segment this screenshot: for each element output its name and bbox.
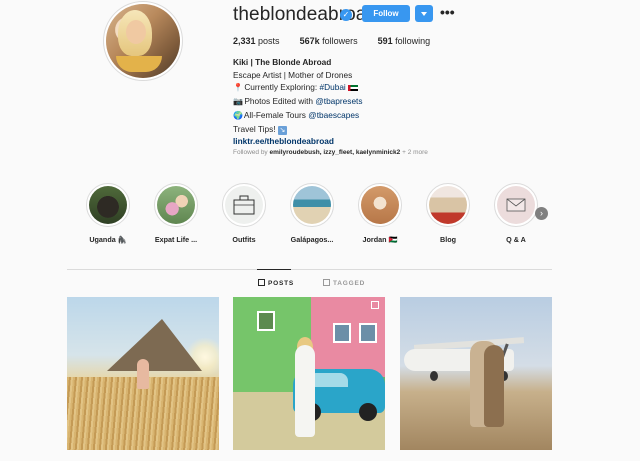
profile-stats: 2,331 posts 567k followers 591 following bbox=[233, 36, 430, 46]
active-tab-indicator bbox=[257, 269, 291, 270]
verified-badge-icon: ✓ bbox=[340, 9, 352, 21]
envelope-icon bbox=[506, 198, 526, 212]
highlight-cover bbox=[361, 186, 399, 224]
followers-stat[interactable]: 567k followers bbox=[300, 36, 358, 46]
profile-bio: Kiki | The Blonde Abroad Escape Artist |… bbox=[233, 56, 363, 148]
tab-tagged[interactable]: TAGGED bbox=[323, 279, 365, 287]
highlight-cover bbox=[157, 186, 195, 224]
right-arrow-icon: ↘ bbox=[277, 125, 287, 135]
posts-label: posts bbox=[258, 36, 280, 46]
bio-line-4: 🌍 All-Female Tours @tbaescapes bbox=[233, 109, 363, 123]
following-label: following bbox=[395, 36, 431, 46]
highlights-next-arrow-icon[interactable]: › bbox=[535, 207, 548, 220]
uae-flag-icon bbox=[348, 85, 359, 92]
escapes-handle-link[interactable]: @tbaescapes bbox=[308, 110, 359, 120]
post-thumbnail[interactable] bbox=[233, 297, 385, 450]
suitcase-icon bbox=[233, 195, 255, 215]
profile-website-link[interactable]: linktr.ee/theblondeabroad bbox=[233, 135, 363, 148]
following-count: 591 bbox=[377, 36, 393, 46]
highlight-label: Galápagos... bbox=[290, 235, 334, 244]
pin-icon: 📍 bbox=[233, 83, 243, 93]
highlight-cover bbox=[429, 186, 467, 224]
highlight-label: Outfits bbox=[232, 235, 256, 244]
highlight-label: Uganda 🦍 bbox=[89, 235, 127, 244]
highlight-label: Expat Life ... bbox=[154, 235, 198, 244]
followers-count: 567k bbox=[299, 36, 320, 46]
multiple-photos-icon bbox=[371, 301, 379, 309]
highlight-galapagos[interactable]: Galápagos... bbox=[282, 183, 342, 244]
profile-username: theblondeabroad bbox=[233, 4, 378, 25]
story-highlights: Uganda 🦍 Expat Life ... Outfits Galápago… bbox=[85, 183, 555, 247]
highlight-label: Blog bbox=[440, 235, 456, 244]
chevron-down-icon bbox=[421, 12, 427, 16]
tag-icon bbox=[323, 279, 330, 286]
followed-by-users: emilyroudebush, izzy_fleet, kaelynminick… bbox=[269, 149, 401, 156]
follow-button[interactable]: Follow bbox=[362, 5, 410, 22]
highlight-blog[interactable]: Blog bbox=[418, 183, 478, 244]
posts-count: 2,331 bbox=[233, 36, 256, 46]
followers-label: followers bbox=[322, 36, 358, 46]
bio-line-1: Escape Artist | Mother of Drones bbox=[233, 69, 353, 80]
suggestions-dropdown-button[interactable] bbox=[415, 5, 433, 22]
more-options-icon[interactable]: ••• bbox=[440, 5, 455, 19]
highlight-cover bbox=[497, 186, 535, 224]
bio-line-2: 📍 Currently Exploring: #Dubai bbox=[233, 81, 363, 95]
post-thumbnail[interactable] bbox=[67, 297, 219, 450]
highlight-uganda[interactable]: Uganda 🦍 bbox=[78, 183, 138, 244]
presets-handle-link[interactable]: @tbapresets bbox=[315, 96, 362, 106]
highlight-outfits[interactable]: Outfits bbox=[214, 183, 274, 244]
highlight-jordan[interactable]: Jordan 🇯🇴 bbox=[350, 183, 410, 244]
highlight-cover bbox=[293, 186, 331, 224]
posts-stat: 2,331 posts bbox=[233, 36, 280, 46]
globe-icon: 🌍 bbox=[233, 110, 243, 120]
following-stat[interactable]: 591 following bbox=[378, 36, 431, 46]
grid-icon bbox=[258, 279, 265, 286]
highlight-expat-life[interactable]: Expat Life ... bbox=[146, 183, 206, 244]
bio-line-3: 📷 Photos Edited with @tbapresets bbox=[233, 95, 363, 109]
camera-icon: 📷 bbox=[233, 97, 243, 107]
followed-by[interactable]: Followed by emilyroudebush, izzy_fleet, … bbox=[233, 149, 428, 156]
highlight-cover bbox=[89, 186, 127, 224]
tabs-divider bbox=[67, 269, 552, 270]
hashtag-link[interactable]: #Dubai bbox=[319, 82, 345, 92]
avatar-photo bbox=[106, 4, 180, 78]
highlight-cover bbox=[225, 186, 263, 224]
profile-avatar[interactable] bbox=[103, 1, 183, 81]
profile-full-name: Kiki | The Blonde Abroad bbox=[233, 57, 332, 67]
highlight-label: Q & A bbox=[506, 235, 526, 244]
post-thumbnail[interactable] bbox=[400, 297, 552, 450]
highlight-label: Jordan 🇯🇴 bbox=[362, 235, 398, 244]
bio-line-5: Travel Tips! ↘ bbox=[233, 123, 287, 135]
tab-posts[interactable]: POSTS bbox=[258, 279, 294, 287]
